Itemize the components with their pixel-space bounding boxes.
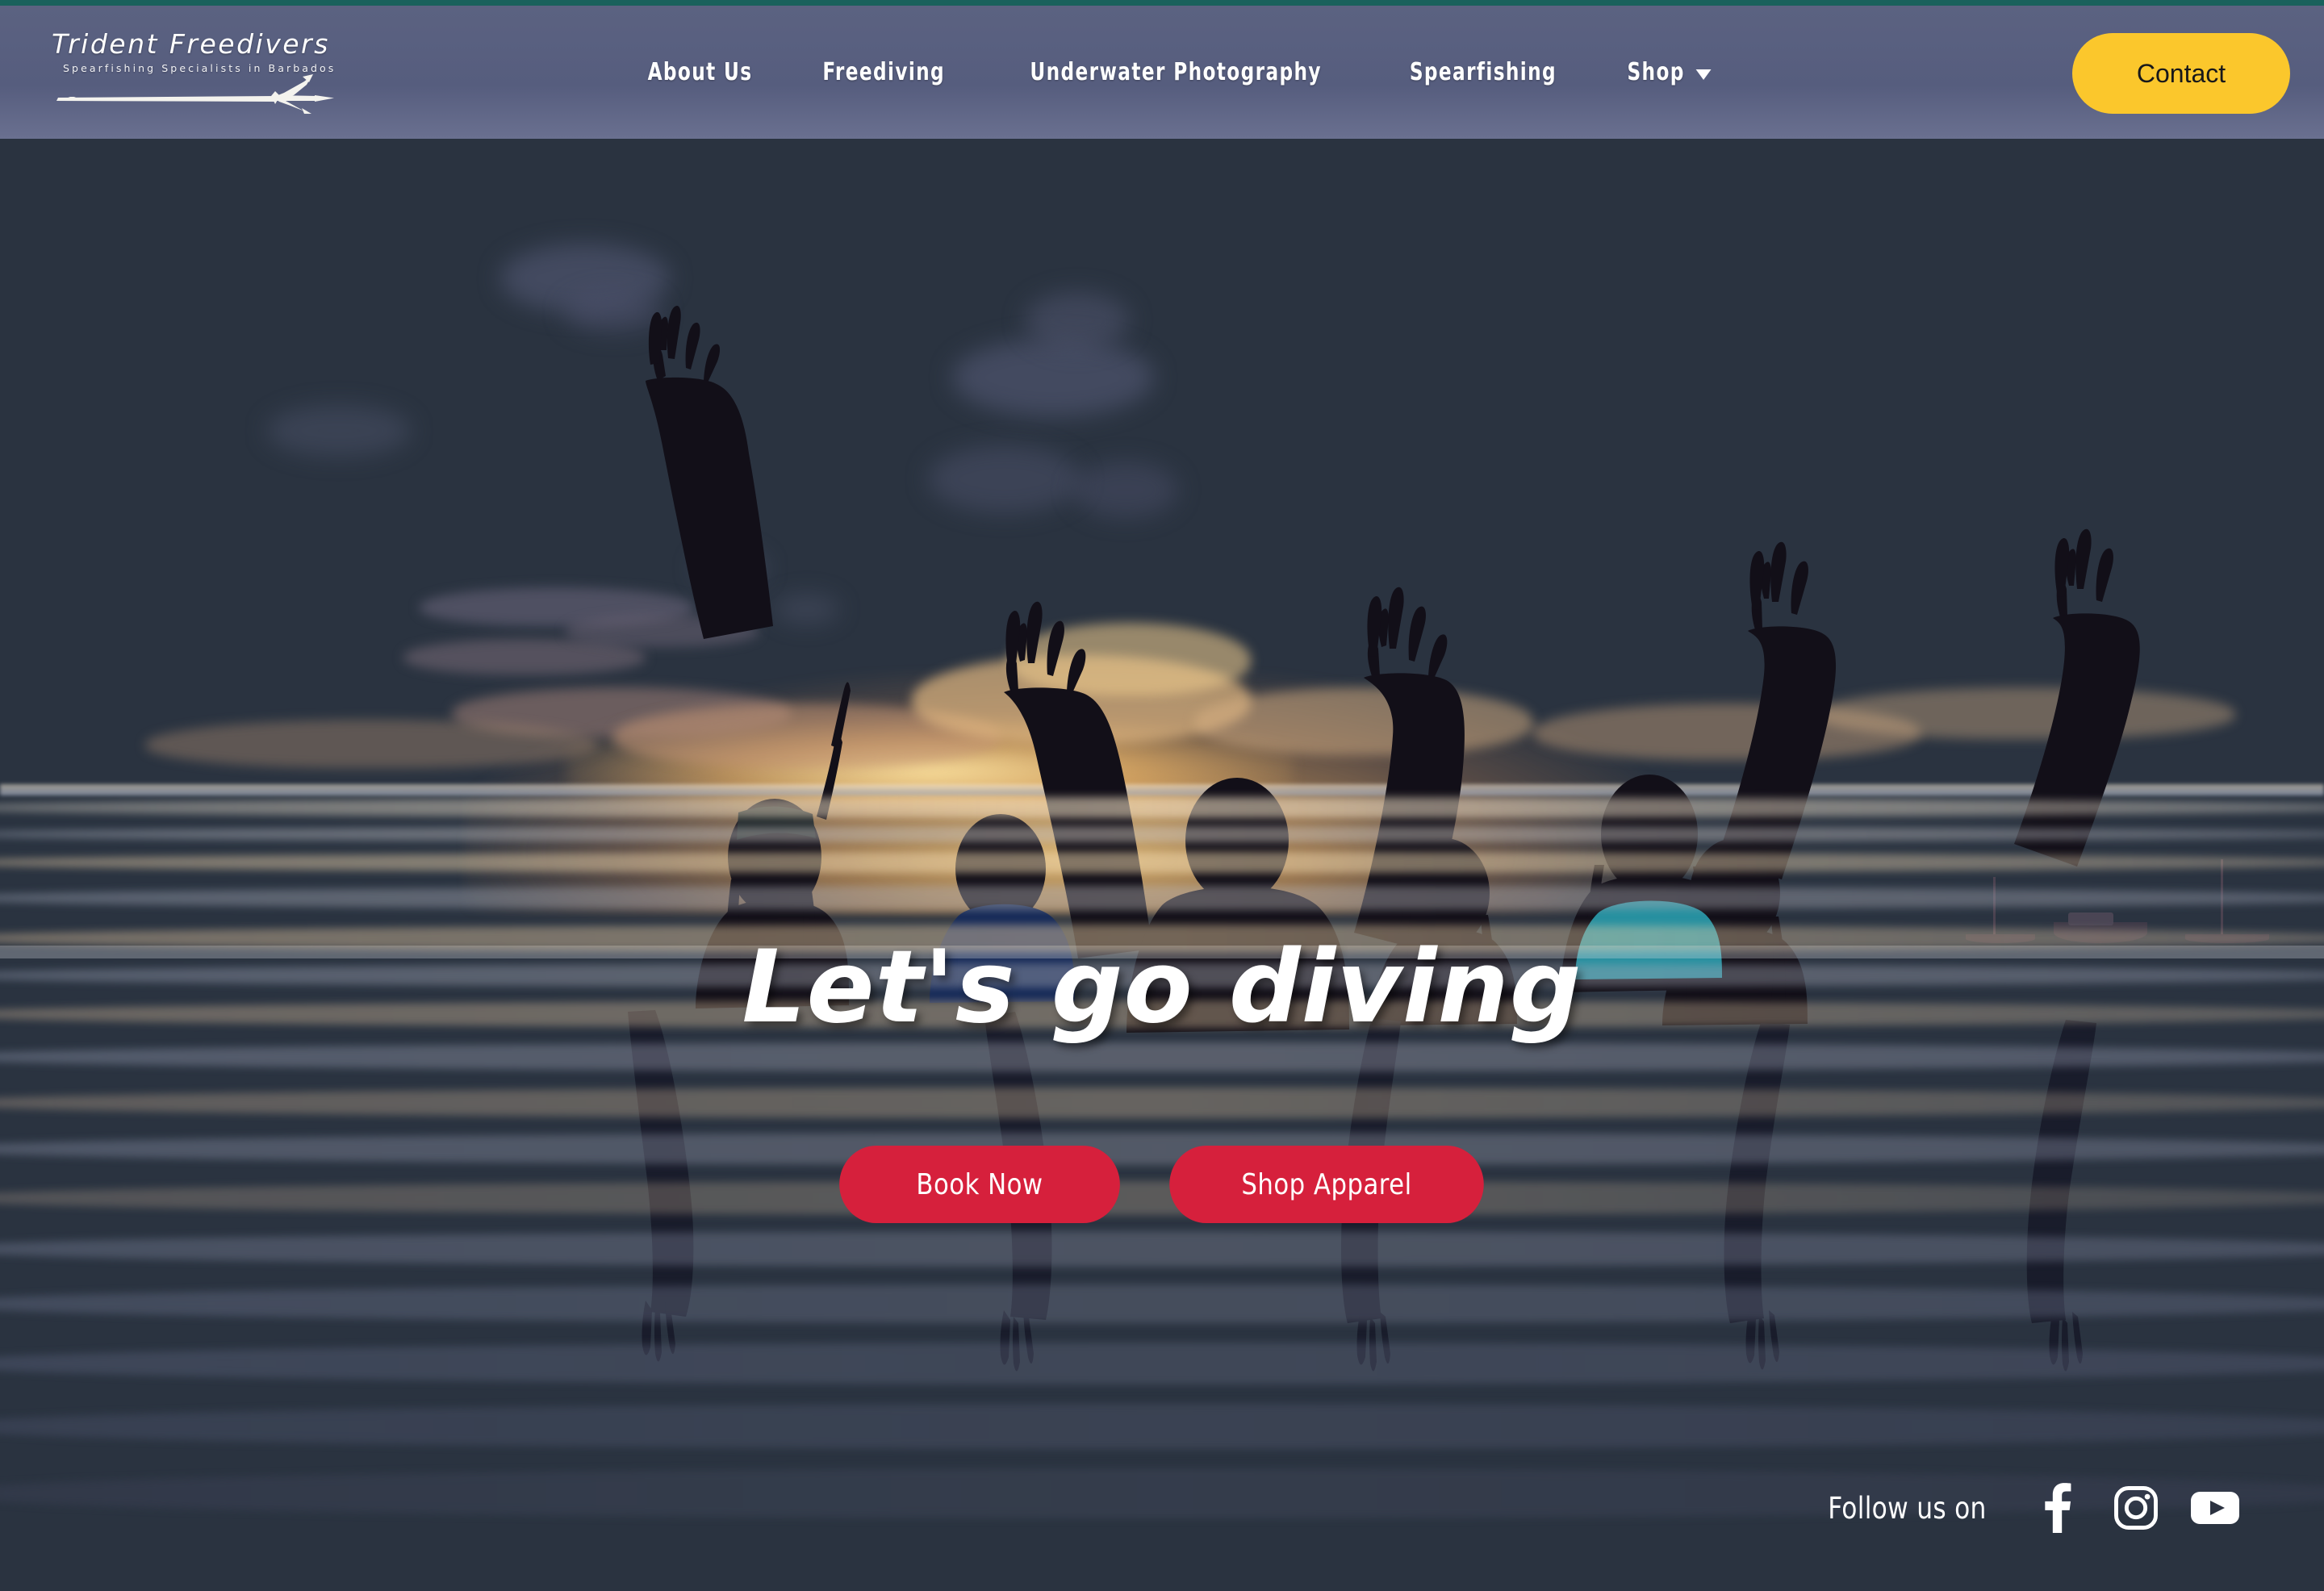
social-follow-bar: Follow us on: [1823, 1483, 2240, 1533]
youtube-icon[interactable]: [2190, 1483, 2240, 1533]
shop-apparel-button[interactable]: Shop Apparel: [1169, 1146, 1484, 1223]
trident-icon: [56, 74, 334, 115]
book-now-button[interactable]: Book Now: [839, 1146, 1120, 1223]
site-logo[interactable]: Trident Freedivers Spearfishing Speciali…: [34, 28, 357, 115]
nav-label: About Us: [647, 58, 753, 86]
nav-item-freediving[interactable]: Freediving: [800, 50, 968, 94]
follow-us-label: Follow us on: [1828, 1490, 1987, 1526]
hero-section: Let's go diving Book Now Shop Apparel Fo…: [0, 139, 2324, 1591]
nav-item-shop[interactable]: Shop: [1605, 50, 1733, 94]
contact-button[interactable]: Contact: [2072, 33, 2290, 114]
instagram-icon[interactable]: [2111, 1483, 2161, 1533]
chevron-down-icon: [1695, 69, 1712, 80]
hero-cta-group: Book Now Shop Apparel: [0, 1146, 2324, 1223]
nav-item-spearfishing[interactable]: Spearfishing: [1387, 50, 1578, 94]
nav-item-about-us[interactable]: About Us: [625, 50, 775, 94]
logo-tagline: Spearfishing Specialists in Barbados: [63, 62, 336, 74]
main-navigation: About Us Freediving Underwater Photograp…: [613, 6, 1744, 139]
nav-label: Shop: [1627, 58, 1685, 86]
logo-brand-name: Trident Freedivers: [52, 28, 330, 60]
facebook-icon[interactable]: [2032, 1483, 2082, 1533]
site-header: Trident Freedivers Spearfishing Speciali…: [0, 6, 2324, 139]
top-accent-strip: [0, 0, 2324, 6]
nav-label: Spearfishing: [1409, 58, 1557, 86]
nav-item-underwater-photography[interactable]: Underwater Photography: [1008, 50, 1344, 94]
nav-label: Freediving: [822, 58, 946, 86]
nav-label: Underwater Photography: [1030, 58, 1323, 86]
page-root: Trident Freedivers Spearfishing Speciali…: [0, 0, 2324, 1591]
